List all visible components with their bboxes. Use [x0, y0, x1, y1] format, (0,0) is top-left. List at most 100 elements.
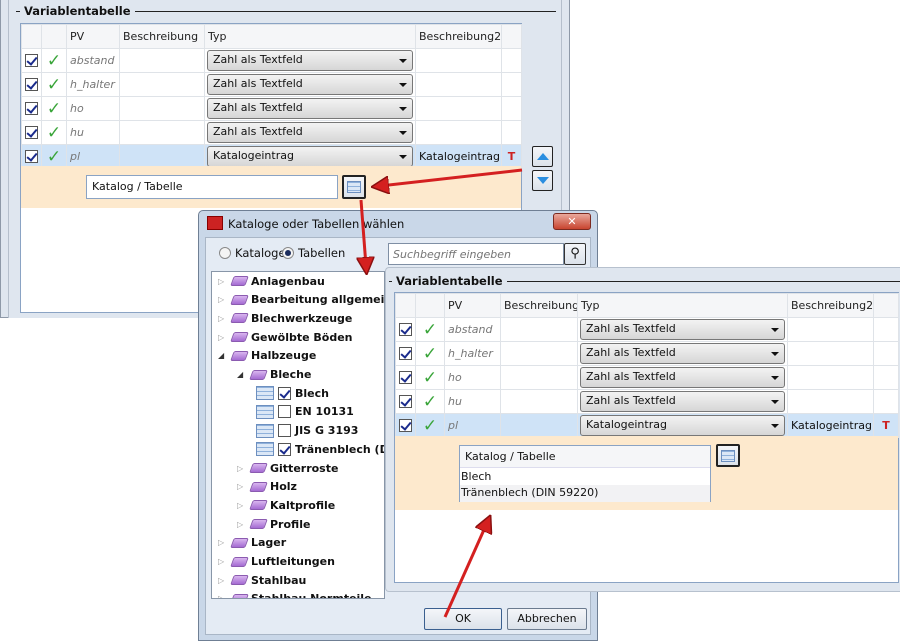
table-row[interactable]: ✓ h_halter Zahl als Textfeld: [395, 341, 899, 366]
tree-item[interactable]: ▷ Holz: [237, 478, 297, 496]
expand-icon[interactable]: ▷: [218, 333, 228, 342]
expand-icon[interactable]: ▷: [218, 557, 228, 566]
row-checkbox[interactable]: [25, 78, 38, 92]
collapse-icon[interactable]: ◢: [218, 351, 228, 360]
tree-item[interactable]: JIS G 3193: [256, 422, 358, 440]
pv-cell: hu: [66, 120, 120, 145]
catalog-book-icon: [230, 537, 249, 548]
pv-cell: ho: [66, 96, 120, 121]
beschreibung-cell[interactable]: [500, 341, 578, 366]
search-input[interactable]: [388, 243, 564, 265]
hammer-icon[interactable]: T: [508, 150, 516, 163]
table-row[interactable]: ✓ h_halter Zahl als Textfeld: [21, 72, 522, 97]
typ-dropdown[interactable]: Zahl als Textfeld: [580, 391, 785, 412]
tree-checkbox[interactable]: [278, 442, 291, 456]
table-row[interactable]: ✓ pl Katalogeintrag Katalogeintrag T: [395, 413, 899, 438]
tree-item[interactable]: ▷ Kaltprofile: [237, 496, 335, 514]
tree-item[interactable]: ◢ Bleche: [237, 366, 311, 384]
beschreibung-cell[interactable]: [119, 72, 205, 97]
tree-item[interactable]: ▷ Blechwerkzeuge: [218, 309, 352, 327]
expand-icon[interactable]: ▷: [237, 501, 247, 510]
typ-dropdown[interactable]: Katalogeintrag: [580, 415, 785, 436]
expand-icon[interactable]: ▷: [237, 482, 247, 491]
katalog-field[interactable]: Katalog / Tabelle: [86, 175, 338, 199]
row-checkbox[interactable]: [25, 126, 38, 140]
table-row[interactable]: ✓ abstand Zahl als Textfeld: [21, 48, 522, 73]
typ-dropdown[interactable]: Zahl als Textfeld: [207, 98, 413, 119]
table-icon: [256, 386, 274, 401]
row-checkbox[interactable]: [399, 395, 412, 409]
expand-icon[interactable]: ▷: [237, 520, 247, 529]
beschreibung-cell[interactable]: [500, 413, 578, 438]
beschreibung-cell[interactable]: [119, 120, 205, 145]
row-checkbox[interactable]: [399, 323, 412, 337]
typ-dropdown[interactable]: Zahl als Textfeld: [207, 50, 413, 71]
tree-item[interactable]: EN 10131: [256, 403, 354, 421]
group-title: Variablentabelle: [392, 274, 507, 288]
row-checkbox[interactable]: [399, 419, 412, 433]
tree-item[interactable]: ▷ Lager: [218, 534, 286, 552]
move-down-button[interactable]: [532, 170, 553, 191]
tree-item[interactable]: ▷ Gewölbte Böden: [218, 328, 353, 346]
typ-dropdown[interactable]: Zahl als Textfeld: [207, 74, 413, 95]
collapse-icon[interactable]: ◢: [237, 370, 247, 379]
move-up-button[interactable]: [532, 146, 553, 167]
katalog-list[interactable]: Katalog / Tabelle Blech Tränenblech (DIN…: [459, 445, 711, 502]
list-item[interactable]: Tränenblech (DIN 59220): [460, 485, 710, 502]
radio-tabellen[interactable]: Tabellen: [282, 246, 345, 260]
tree-item[interactable]: ▷ Bearbeitung allgemein: [218, 291, 384, 309]
tree-item[interactable]: ▷ Stahlbau Normteile: [218, 590, 372, 598]
table-row[interactable]: ✓ hu Zahl als Textfeld: [21, 120, 522, 145]
tree-checkbox[interactable]: [278, 386, 291, 400]
tree-item[interactable]: Tränenblech (DIN 59220): [256, 440, 384, 458]
typ-dropdown[interactable]: Zahl als Textfeld: [580, 319, 785, 340]
tree-item[interactable]: Blech: [256, 384, 329, 402]
beschreibung-cell[interactable]: [119, 96, 205, 121]
row-checkbox[interactable]: [25, 102, 38, 116]
expand-icon[interactable]: ▷: [218, 538, 228, 547]
row-checkbox[interactable]: [25, 54, 38, 68]
beschreibung-cell[interactable]: [500, 389, 578, 414]
tree-checkbox[interactable]: [278, 424, 291, 438]
radio-kataloge[interactable]: Kataloge: [219, 246, 286, 260]
typ-dropdown[interactable]: Katalogeintrag: [207, 146, 413, 167]
tree-item[interactable]: ▷ Profile: [237, 515, 310, 533]
expand-icon[interactable]: ▷: [218, 576, 228, 585]
ok-button[interactable]: OK: [424, 608, 502, 630]
expand-icon[interactable]: ▷: [218, 277, 228, 286]
tree-item[interactable]: ◢ Halbzeuge: [218, 347, 316, 365]
row-checkbox[interactable]: [399, 347, 412, 361]
table-row[interactable]: ✓ pl Katalogeintrag Katalogeintrag T: [21, 144, 522, 169]
beschreibung-cell[interactable]: [119, 144, 205, 169]
list-item[interactable]: Blech: [460, 468, 710, 485]
table-row[interactable]: ✓ ho Zahl als Textfeld: [395, 365, 899, 390]
table-row[interactable]: ✓ abstand Zahl als Textfeld: [395, 317, 899, 342]
tree-checkbox[interactable]: [278, 405, 291, 419]
typ-dropdown[interactable]: Zahl als Textfeld: [207, 122, 413, 143]
tree-item[interactable]: ▷ Luftleitungen: [218, 553, 335, 571]
cancel-button[interactable]: Abbrechen: [507, 608, 587, 630]
expand-icon[interactable]: ▷: [237, 464, 247, 473]
search-button[interactable]: ⚲: [564, 243, 586, 265]
expand-icon[interactable]: ▷: [218, 314, 228, 323]
beschreibung-cell[interactable]: [119, 48, 205, 73]
beschreibung-cell[interactable]: [500, 317, 578, 342]
expand-icon[interactable]: ▷: [218, 594, 228, 598]
tree-item[interactable]: ▷ Stahlbau: [218, 571, 306, 589]
close-button[interactable]: ✕: [553, 213, 591, 230]
typ-dropdown[interactable]: Zahl als Textfeld: [580, 343, 785, 364]
catalog-browse-button[interactable]: [342, 175, 366, 199]
expand-icon[interactable]: ▷: [218, 295, 228, 304]
catalog-browse-button[interactable]: [716, 444, 740, 467]
hammer-icon[interactable]: T: [882, 419, 890, 432]
row-checkbox[interactable]: [399, 371, 412, 385]
tree-item[interactable]: ▷ Anlagenbau: [218, 272, 325, 290]
col-beschreibung: Beschreibung: [119, 24, 205, 49]
typ-dropdown[interactable]: Zahl als Textfeld: [580, 367, 785, 388]
pv-cell: h_halter: [66, 72, 120, 97]
row-checkbox[interactable]: [25, 150, 38, 164]
table-row[interactable]: ✓ hu Zahl als Textfeld: [395, 389, 899, 414]
table-row[interactable]: ✓ ho Zahl als Textfeld: [21, 96, 522, 121]
beschreibung-cell[interactable]: [500, 365, 578, 390]
tree-item[interactable]: ▷ Gitterroste: [237, 459, 338, 477]
